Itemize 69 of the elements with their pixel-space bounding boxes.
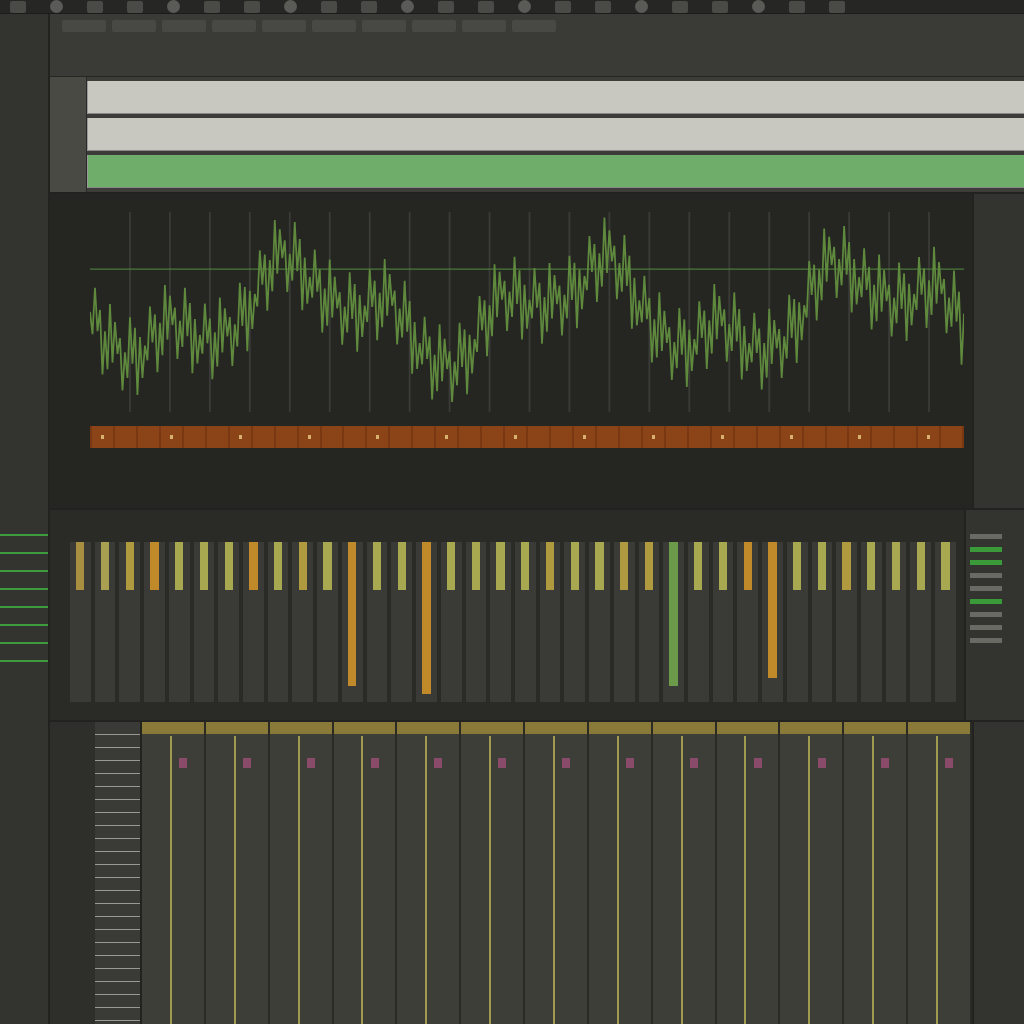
channel-meter[interactable]	[94, 542, 116, 702]
level-line	[0, 534, 48, 536]
channel-meter[interactable]	[861, 542, 882, 702]
level-line	[0, 660, 48, 662]
channel-meter[interactable]	[786, 542, 808, 702]
toolbar-icon[interactable]	[167, 0, 180, 13]
toolbar-icon[interactable]	[87, 0, 103, 13]
channel-meter[interactable]	[687, 542, 709, 702]
toolbar-icon[interactable]	[401, 0, 414, 13]
channel-meter[interactable]	[292, 542, 314, 702]
channel-meter[interactable]	[317, 542, 338, 702]
channel-meter[interactable]	[885, 542, 907, 702]
toolbar-icon[interactable]	[635, 0, 648, 13]
level-line	[0, 624, 48, 626]
toolbar-icon[interactable]	[478, 0, 494, 13]
channel-meter[interactable]	[836, 542, 857, 702]
toolbar-icon[interactable]	[518, 0, 531, 13]
channel-meter[interactable]	[762, 542, 783, 702]
toolbar-icon[interactable]	[595, 0, 611, 13]
channel-meter[interactable]	[638, 542, 660, 702]
toolbar-icon[interactable]	[672, 0, 688, 13]
toolbar-icon[interactable]	[10, 0, 26, 13]
channel-meter[interactable]	[341, 542, 363, 702]
toolbar-icon[interactable]	[438, 0, 454, 13]
toolbar-icon[interactable]	[752, 0, 765, 13]
toolbar-icon[interactable]	[712, 0, 728, 13]
level-line	[0, 642, 48, 644]
toolbar-icon[interactable]	[555, 0, 571, 13]
channel-meter[interactable]	[910, 542, 932, 702]
channel-meter[interactable]	[243, 542, 264, 702]
channel-meter[interactable]	[589, 542, 610, 702]
channel-meter[interactable]	[613, 542, 635, 702]
toolbar-icon[interactable]	[284, 0, 297, 13]
track-lane[interactable]	[87, 118, 1024, 151]
level-line	[0, 552, 48, 554]
track-lane[interactable]	[87, 155, 1024, 188]
level-line	[0, 570, 48, 572]
channel-meter[interactable]	[811, 542, 833, 702]
toolbar-icon[interactable]	[204, 0, 220, 13]
channel-meter[interactable]	[514, 542, 536, 702]
channel-meter[interactable]	[564, 542, 586, 702]
channel-meter[interactable]	[712, 542, 734, 702]
channel-meter[interactable]	[70, 542, 91, 702]
channel-meter[interactable]	[465, 542, 487, 702]
channel-meter[interactable]	[490, 542, 511, 702]
channel-meter[interactable]	[935, 542, 956, 702]
toolbar-icon[interactable]	[829, 0, 845, 13]
channel-meter[interactable]	[218, 542, 240, 702]
toolbar-icon[interactable]	[127, 0, 143, 13]
channel-meter[interactable]	[737, 542, 759, 702]
toolbar-icon[interactable]	[321, 0, 337, 13]
channel-meter[interactable]	[193, 542, 215, 702]
toolbar-icon[interactable]	[50, 0, 63, 13]
channel-meter[interactable]	[539, 542, 561, 702]
channel-meter[interactable]	[366, 542, 388, 702]
level-line	[0, 606, 48, 608]
toolbar-icon[interactable]	[244, 0, 260, 13]
toolbar-icon[interactable]	[361, 0, 377, 13]
channel-meter[interactable]	[168, 542, 190, 702]
toolbar-icon[interactable]	[789, 0, 805, 13]
track-lane[interactable]	[87, 81, 1024, 114]
channel-meter[interactable]	[440, 542, 462, 702]
channel-meter[interactable]	[144, 542, 165, 702]
channel-meter[interactable]	[267, 542, 289, 702]
level-line	[0, 588, 48, 590]
channel-meter[interactable]	[391, 542, 413, 702]
channel-meter[interactable]	[663, 542, 684, 702]
channel-meter[interactable]	[416, 542, 437, 702]
channel-meter[interactable]	[119, 542, 141, 702]
